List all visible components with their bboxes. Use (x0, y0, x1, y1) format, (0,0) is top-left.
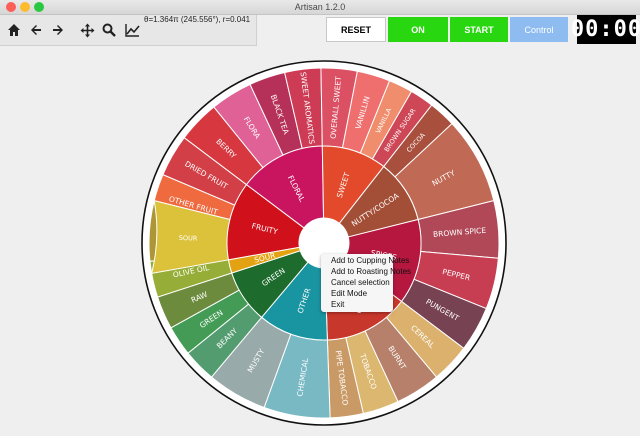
flavor-wheel[interactable]: CITRUS FRUITOTHER FRUITDRIED FRUITBERRYF… (0, 0, 640, 436)
menu-item-edit-mode[interactable]: Edit Mode (321, 288, 393, 299)
menu-item-cancel-selection[interactable]: Cancel selection (321, 277, 393, 288)
menu-item-add-roasting-notes[interactable]: Add to Roasting Notes (321, 266, 411, 277)
menu-item-exit[interactable]: Exit (321, 299, 393, 310)
outer-label-sour: SOUR (179, 234, 198, 243)
menu-item-add-cupping-notes[interactable]: Add to Cupping Notes (321, 255, 409, 266)
app-window: Artisan 1.2.0 θ=1.364π (245.556°), r=0.0… (0, 0, 640, 436)
context-menu: Add to Cupping Notes Add to Roasting Not… (321, 254, 411, 312)
